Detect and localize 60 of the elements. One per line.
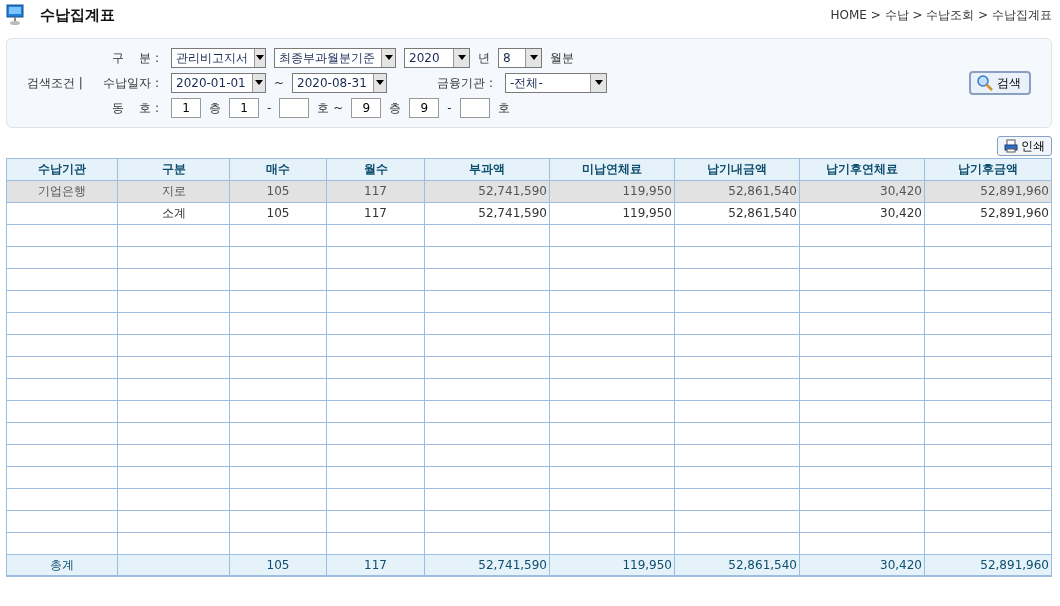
field-text: - — [447, 99, 452, 117]
breadcrumb: HOME > 수납 > 수납조회 > 수납집계표 — [830, 7, 1052, 25]
dropdown[interactable]: 관리비고지서 — [171, 47, 266, 68]
dropdown[interactable]: 2020 — [404, 47, 470, 68]
field-text: 월분 — [550, 49, 574, 67]
column-header[interactable]: 수납기관 — [6, 158, 118, 180]
field-label: 금융기관 : — [436, 74, 494, 92]
search-button[interactable]: 검색 — [969, 70, 1031, 95]
column-header[interactable]: 구분 — [117, 158, 230, 180]
caret-icon — [254, 80, 263, 85]
field-text: ~ — [274, 74, 285, 92]
table-cell: 52,741,590 — [424, 202, 550, 224]
table-cell: 105 — [229, 202, 327, 224]
input-field[interactable]: 1 — [171, 97, 201, 118]
table-cell: 기업은행 — [6, 180, 118, 202]
printer-icon — [1004, 138, 1018, 153]
search-icon — [977, 74, 993, 91]
field-label: 수납일자 : — [102, 74, 159, 92]
input-field[interactable]: 9 — [409, 97, 440, 118]
dropdown[interactable]: -전체- — [505, 72, 608, 93]
dropdown[interactable]: 2020-01-01 — [171, 72, 266, 93]
table-cell: 117 — [326, 202, 425, 224]
table-cell: 소계 — [117, 202, 230, 224]
print-button[interactable]: 인쇄 — [997, 135, 1052, 156]
table-cell: 52,861,540 — [674, 202, 800, 224]
column-header[interactable]: 매수 — [229, 158, 327, 180]
input-field[interactable] — [459, 97, 490, 118]
input-field[interactable] — [279, 97, 310, 118]
table-cell: 119,950 — [549, 202, 675, 224]
dropdown[interactable]: 2020-08-31 — [292, 72, 388, 93]
table-cell: 52,891,960 — [924, 202, 1052, 224]
caret-icon — [256, 55, 264, 60]
field-label: 구 분 : — [110, 49, 159, 67]
field-text: 년 — [478, 49, 490, 67]
caret-icon — [384, 55, 393, 60]
column-header[interactable]: 부과액 — [424, 158, 550, 180]
field-label: 동 호 : — [110, 99, 159, 117]
caret-icon — [529, 55, 538, 60]
column-header[interactable]: 월수 — [326, 158, 425, 180]
column-header[interactable]: 납기내금액 — [674, 158, 800, 180]
field-text: 층 — [389, 99, 402, 117]
page-title: 수납집계표 — [40, 5, 115, 26]
field-text: 층 — [209, 99, 221, 117]
column-header[interactable]: 납기후금액 — [924, 158, 1052, 180]
input-field[interactable]: 9 — [351, 97, 382, 118]
field-text: 호 ~ — [317, 99, 344, 117]
input-field[interactable]: 1 — [229, 97, 259, 118]
field-text: - — [267, 99, 272, 117]
field-text: 호 — [497, 99, 510, 117]
dropdown[interactable]: 8 — [498, 47, 542, 68]
monitor-icon — [6, 4, 24, 27]
caret-icon — [457, 55, 466, 60]
dropdown[interactable]: 최종부과월분기준 — [274, 47, 396, 68]
column-header[interactable]: 미납연체료 — [549, 158, 675, 180]
filter-caption: 검색조건 | — [27, 74, 84, 92]
caret-icon — [375, 80, 384, 85]
table-cell: 총계 — [6, 554, 118, 576]
column-header[interactable]: 납기후연체료 — [799, 158, 925, 180]
caret-icon — [594, 80, 603, 85]
table-cell: 30,420 — [799, 202, 925, 224]
